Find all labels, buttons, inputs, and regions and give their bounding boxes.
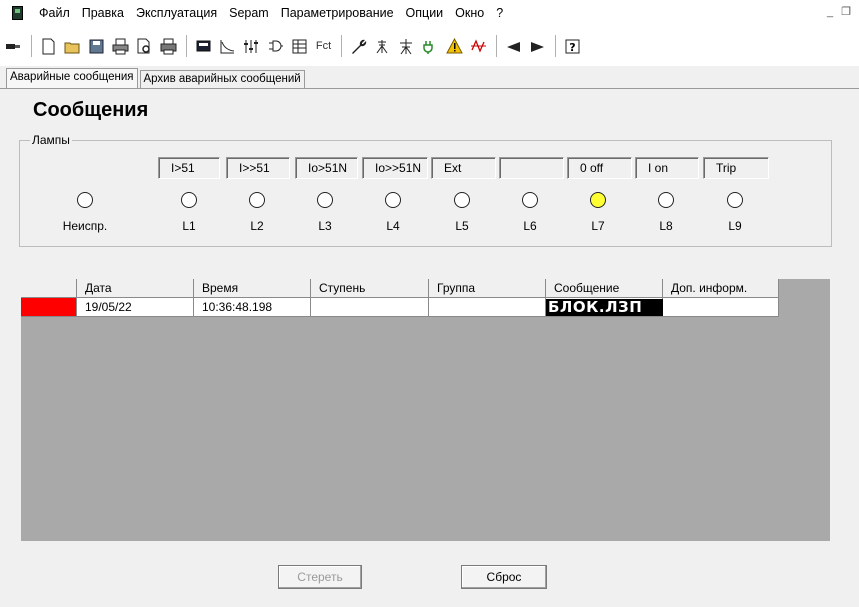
save-icon[interactable] (85, 34, 108, 58)
lamp-name-l6: L6 (523, 219, 537, 233)
tower-icon[interactable] (395, 34, 418, 58)
help-icon[interactable]: ? (561, 34, 584, 58)
display-icon[interactable] (192, 34, 215, 58)
lamp-indicator (385, 192, 401, 208)
grid-header-extra-info[interactable]: Доп. информ. (663, 279, 779, 298)
reset-button[interactable]: Сброс (461, 565, 547, 589)
row-extra-info (663, 298, 779, 317)
messages-grid[interactable]: Дата Время Ступень Группа Сообщение Доп.… (21, 279, 830, 541)
lamp-label-2: I>>51 (226, 157, 290, 179)
lamp-indicator (658, 192, 674, 208)
lamp-indicator (181, 192, 197, 208)
table-row[interactable]: 19/05/22 10:36:48.198 БЛОК.ЛЗП (21, 298, 779, 317)
fct-label: Fct (315, 40, 332, 52)
next-icon[interactable] (526, 34, 549, 58)
toolbar-separator (186, 35, 187, 57)
app-icon[interactable] (12, 6, 23, 20)
toolbar-separator (555, 35, 556, 57)
grid-header: Дата Время Ступень Группа Сообщение Доп.… (21, 279, 779, 298)
lamp-indicator (522, 192, 538, 208)
lamp-indicator (317, 192, 333, 208)
lamp-label-3: Io>51N (295, 157, 358, 179)
menu-help[interactable]: ? (490, 0, 509, 26)
connect-icon[interactable] (2, 34, 25, 58)
row-alarm-indicator (21, 298, 77, 317)
new-icon[interactable] (37, 34, 60, 58)
grid-header-time[interactable]: Время (194, 279, 311, 298)
lamp-indicator (590, 192, 606, 208)
print-icon[interactable] (109, 34, 132, 58)
tab-divider (0, 88, 859, 89)
lamp-name-l7: L7 (591, 219, 605, 233)
lamp-name-l8: L8 (659, 219, 673, 233)
menu-edit[interactable]: Правка (76, 0, 130, 26)
lamp-name-l4: L4 (386, 219, 400, 233)
antenna-icon[interactable] (371, 34, 394, 58)
lamp-indicator (727, 192, 743, 208)
row-date: 19/05/22 (77, 298, 194, 317)
clear-button[interactable]: Стереть (278, 565, 362, 589)
lamp-label-7: 0 off (567, 157, 632, 179)
settings-icon[interactable] (240, 34, 263, 58)
open-icon[interactable] (61, 34, 84, 58)
fct-icon[interactable]: Fct (312, 34, 335, 58)
menu-bar: Файл Правка Эксплуатация Sepam Параметри… (0, 0, 859, 26)
row-message: БЛОК.ЛЗП (546, 299, 671, 316)
row-group (429, 298, 546, 317)
tab-alarm-archive[interactable]: Архив аварийных сообщений (139, 70, 305, 89)
lamp-label-1: I>51 (158, 157, 220, 179)
page-title: Сообщения (33, 99, 149, 121)
row-stage (311, 298, 429, 317)
printer-setup-icon[interactable] (157, 34, 180, 58)
lamp-name-l9: L9 (728, 219, 742, 233)
toolbar-separator (341, 35, 342, 57)
grid-header-stage[interactable]: Ступень (311, 279, 429, 298)
lamp-name-l3: L3 (318, 219, 332, 233)
wrench-icon[interactable] (347, 34, 370, 58)
tab-alarm-messages[interactable]: Аварийные сообщения (6, 68, 138, 89)
grid-header-message[interactable]: Сообщение (546, 279, 663, 298)
lamp-label-4: Io>>51N (362, 157, 428, 179)
minimize-icon[interactable]: _ (823, 5, 837, 20)
grid-header-date[interactable]: Дата (77, 279, 194, 298)
row-time: 10:36:48.198 (194, 298, 311, 317)
menu-window[interactable]: Окно (449, 0, 490, 26)
lamp-label-5: Ext (431, 157, 496, 179)
table-icon[interactable] (288, 34, 311, 58)
menu-options[interactable]: Опции (400, 0, 450, 26)
tab-bar: Аварийные сообщения Архив аварийных сооб… (6, 68, 307, 89)
lamp-indicator (454, 192, 470, 208)
plug-icon[interactable] (419, 34, 442, 58)
curve-icon[interactable] (216, 34, 239, 58)
menu-sepam[interactable]: Sepam (223, 0, 275, 26)
lamp-name-l2: L2 (250, 219, 264, 233)
logic-icon[interactable] (264, 34, 287, 58)
menu-operation[interactable]: Эксплуатация (130, 0, 223, 26)
print-preview-icon[interactable] (133, 34, 156, 58)
grid-header-group[interactable]: Группа (429, 279, 546, 298)
lamp-name-l5: L5 (455, 219, 469, 233)
restore-icon[interactable]: ❐ (839, 5, 853, 20)
lamp-indicator (77, 192, 93, 208)
lamps-legend: Лампы (30, 133, 72, 147)
window-controls: _ ❐ (823, 5, 853, 20)
lamp-name-fault: Неиспр. (62, 219, 108, 233)
toolbar-separator (31, 35, 32, 57)
menu-file[interactable]: Файл (33, 0, 76, 26)
svg-text:?: ? (569, 41, 575, 54)
lamp-label-9: Trip (703, 157, 769, 179)
warning-icon[interactable] (443, 34, 466, 58)
row-message-cell: БЛОК.ЛЗП (546, 298, 671, 317)
menu-parameters[interactable]: Параметрирование (275, 0, 400, 26)
lamp-label-8: I on (635, 157, 699, 179)
grid-header-indicator (21, 279, 77, 298)
prev-icon[interactable] (502, 34, 525, 58)
lamp-label-6 (499, 157, 564, 179)
waveform-icon[interactable] (467, 34, 490, 58)
toolbar: Fct ? (0, 26, 859, 66)
lamp-indicator (249, 192, 265, 208)
lamp-name-l1: L1 (182, 219, 196, 233)
toolbar-separator (496, 35, 497, 57)
